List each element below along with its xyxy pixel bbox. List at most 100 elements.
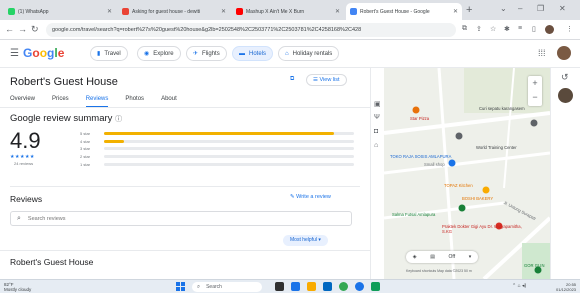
- browser-tab[interactable]: (1) WhatsApp ✕: [4, 3, 116, 20]
- write-review-button[interactable]: ✎ Write a review: [290, 194, 331, 200]
- zoom-out-button[interactable]: −: [528, 90, 542, 104]
- write-review-label: Write a review: [296, 194, 331, 200]
- camera-icon[interactable]: ◘: [374, 128, 378, 135]
- google-icon: [350, 8, 357, 15]
- map-label[interactable]: Curi sepatu karangasem: [479, 106, 525, 111]
- rating-row: 2 star: [80, 153, 354, 161]
- browser-tab[interactable]: Asking for guest house - dewiti ✕: [118, 3, 230, 20]
- avatar[interactable]: [558, 88, 573, 103]
- sort-dropdown[interactable]: Most helpful ▾: [283, 235, 328, 246]
- edge-icon[interactable]: [291, 282, 300, 291]
- restaurant-icon[interactable]: Ψ: [374, 114, 380, 121]
- hotel-icon[interactable]: ▣: [374, 100, 381, 108]
- search-reviews-input[interactable]: [27, 215, 328, 222]
- side-panel-icon[interactable]: ▯: [532, 25, 536, 33]
- close-window-button[interactable]: ✕: [559, 4, 566, 13]
- close-tab-icon[interactable]: ✕: [335, 8, 340, 15]
- map-roads: [384, 68, 550, 279]
- map-label[interactable]: TOKO RAJA SOSIS AMLAPURA: [390, 154, 451, 159]
- taskbar-search-placeholder: Search: [206, 284, 222, 290]
- extension-icon[interactable]: ✱: [504, 25, 510, 33]
- nav-chip-travel[interactable]: ▮ Travel: [90, 46, 128, 61]
- map-label[interactable]: Praktek Dokter Gigi Ayu Dr. Widyapamitha…: [442, 224, 522, 234]
- google-logo[interactable]: Google: [23, 46, 64, 60]
- view-list-button[interactable]: ☰ View list: [306, 74, 347, 86]
- map-layer-toggle[interactable]: ◈ ▤ Off ▾: [406, 251, 478, 263]
- screenshot-icon[interactable]: ⧉: [462, 25, 467, 33]
- map-label[interactable]: Small shop: [424, 162, 445, 167]
- map-side-rail: ▣ Ψ ◘ ⌂: [370, 68, 384, 279]
- close-tab-icon[interactable]: ✕: [453, 8, 458, 15]
- close-tab-icon[interactable]: ✕: [107, 8, 112, 15]
- history-icon[interactable]: ↺: [561, 72, 569, 83]
- taskbar-search[interactable]: ⌕ Search: [192, 282, 262, 292]
- browser-tab-active[interactable]: Robert's Guest House - Google ✕: [346, 3, 462, 20]
- map-label[interactable]: Star Pizza: [410, 116, 429, 121]
- nav-chip-hotels[interactable]: ▬ Hotels: [232, 46, 274, 61]
- apps-grid-icon[interactable]: ⁞⁞⁞: [538, 48, 546, 58]
- view-list-label: View list: [319, 77, 340, 83]
- nav-chip-holiday-rentals[interactable]: ⌂ Holiday rentals: [278, 46, 340, 61]
- task-view-icon[interactable]: [275, 282, 284, 291]
- start-button[interactable]: [176, 282, 185, 291]
- address-bar: ← → ↻ google.com/travel/search?q=robert%…: [0, 20, 580, 40]
- map-park: [522, 243, 550, 279]
- reload-icon[interactable]: ↻: [31, 24, 39, 35]
- hamburger-menu-icon[interactable]: ☰: [10, 48, 19, 59]
- open-in-new-icon[interactable]: ⧉: [290, 76, 294, 83]
- minimize-button[interactable]: –: [518, 4, 522, 13]
- tab-search-icon[interactable]: ⌄: [500, 4, 507, 13]
- map-label[interactable]: BOSHI BAKERY: [462, 196, 493, 201]
- review-search-box[interactable]: ⌕: [10, 211, 352, 226]
- hotel-details-panel: Robert's Guest House ⧉ ☰ View list Overv…: [0, 68, 370, 279]
- maximize-button[interactable]: ❐: [537, 4, 544, 13]
- file-explorer-icon[interactable]: [307, 282, 316, 291]
- system-tray-icons[interactable]: ⌃ ⌂ ◂): [512, 283, 526, 289]
- map-pin-icon: [412, 106, 420, 114]
- browser-tab[interactable]: Mashup X Ain't Me X Burn ✕: [232, 3, 344, 20]
- overall-rating: 4.9: [10, 128, 41, 153]
- map-pin-icon: [530, 119, 538, 127]
- shopping-icon[interactable]: ⌂: [374, 142, 378, 149]
- taskbar-clock[interactable]: 20:55 01/12/2023: [556, 282, 576, 292]
- nav-chip-flights[interactable]: ✈ Flights: [186, 46, 227, 61]
- bookmark-star-icon[interactable]: ☆: [490, 25, 496, 33]
- weather-widget[interactable]: 82°F Mostly cloudy: [4, 282, 31, 292]
- forward-icon[interactable]: →: [18, 24, 27, 34]
- review-count[interactable]: 24 reviews: [14, 161, 33, 166]
- map-label[interactable]: TOPAZ Kitchen: [444, 183, 473, 188]
- map-view[interactable]: Star Pizza Curi sepatu karangasem World …: [384, 68, 550, 279]
- nav-chip-explore[interactable]: ◉ Explore: [137, 46, 181, 61]
- map-label[interactable]: GOR GLIN: [524, 263, 544, 268]
- info-icon[interactable]: ⓘ: [115, 116, 122, 123]
- clock-date: 01/12/2023: [556, 287, 577, 292]
- flight-icon: ✈: [193, 51, 199, 57]
- close-tab-icon[interactable]: ✕: [221, 8, 226, 15]
- back-icon[interactable]: ←: [5, 24, 14, 34]
- tab-title: (1) WhatsApp: [18, 8, 49, 15]
- app-icon[interactable]: [371, 282, 380, 291]
- map-label[interactable]: World Training Center: [476, 145, 517, 150]
- map-pin-icon: [455, 132, 463, 140]
- store-icon[interactable]: [323, 282, 332, 291]
- rating-bar-fill: [104, 139, 124, 143]
- google-travel-header: ☰ Google ▮ Travel ◉ Explore ✈ Flights ▬ …: [0, 40, 580, 68]
- browser-menu-icon[interactable]: ⋮: [566, 25, 573, 33]
- new-tab-button[interactable]: +: [466, 4, 472, 16]
- chrome-icon[interactable]: [339, 282, 348, 291]
- zoom-in-button[interactable]: +: [528, 76, 542, 90]
- avatar[interactable]: [557, 46, 571, 60]
- explore-icon: ◉: [144, 51, 150, 57]
- chrome-profile-icon[interactable]: [355, 282, 364, 291]
- map-pin-icon: [458, 204, 466, 212]
- reading-list-icon[interactable]: ≡: [518, 25, 522, 32]
- train-icon: ▤: [430, 254, 435, 260]
- profile-avatar[interactable]: [545, 25, 554, 34]
- omnibox[interactable]: google.com/travel/search?q=robert%27s%20…: [46, 23, 456, 37]
- url-text: google.com/travel/search?q=robert%27s%20…: [52, 27, 362, 33]
- map-label[interactable]: Salma Futsal Amlapura: [392, 212, 435, 217]
- search-icon: ⌕: [197, 283, 201, 290]
- map-pin-icon: [482, 186, 490, 194]
- luggage-icon: ▮: [97, 51, 101, 57]
- share-icon[interactable]: ⇪: [476, 25, 482, 33]
